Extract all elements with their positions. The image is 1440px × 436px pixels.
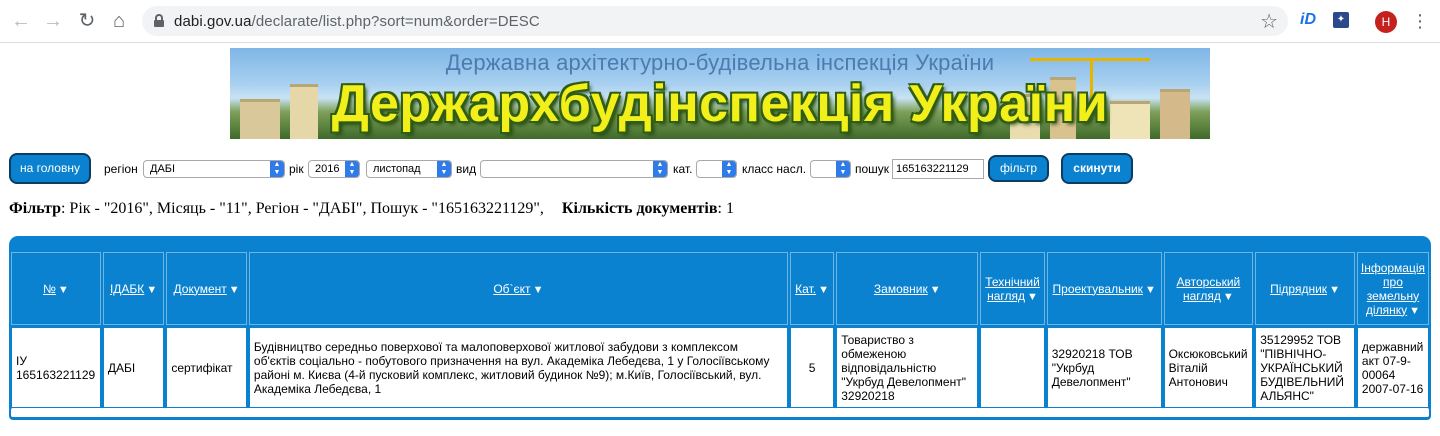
class-label: класс насл. [742, 162, 807, 176]
address-bar[interactable]: dabi.gov.ua/declarate/list.php?sort=num&… [142, 6, 1288, 36]
sort-arrow-icon[interactable]: ▼ [58, 284, 69, 296]
cell-object: Будівництво середньо поверхової та малоп… [248, 327, 788, 408]
cell-land-info: державний акт 07-9-00064 2007-07-16 [1356, 327, 1429, 408]
sort-arrow-icon[interactable]: ▼ [930, 284, 941, 296]
forward-arrow-icon[interactable]: → [42, 10, 64, 32]
cell-contractor: 35129952 ТОВ "ПІВНІЧНО-УКРАЇНСЬКИЙ БУДІВ… [1255, 327, 1355, 408]
filter-summary-text: : Рік - "2016", Місяць - "11", Регіон - … [60, 200, 544, 217]
type-select[interactable]: ▲ ▼ [480, 160, 668, 178]
column-header-link[interactable]: Підрядник [1270, 282, 1327, 296]
sort-arrow-icon[interactable]: ▼ [1409, 305, 1420, 317]
lock-icon [154, 14, 164, 27]
region-value: ДАБІ [150, 163, 176, 175]
column-header[interactable]: Технічний нагляд ▼ [980, 252, 1045, 325]
results-table: № ▼ ІДАБК ▼ Документ ▼ Об`єкт ▼ Кат. ▼ Замовн… [9, 250, 1431, 410]
region-select[interactable]: ДАБІ ▲ ▼ [143, 160, 285, 178]
year-label: рік [289, 162, 304, 176]
type-label: вид [456, 162, 477, 176]
month-select[interactable]: листопад ▲ ▼ [366, 160, 452, 178]
column-header-link[interactable]: Кат. [795, 282, 816, 296]
table-row: ІУ 165163221129 ДАБІ сертифікат Будівниц… [11, 327, 1429, 408]
column-header-link[interactable]: Проектувальник [1053, 282, 1143, 296]
browser-toolbar: ← → ↻ ⌂ dabi.gov.ua/declarate/list.php?s… [0, 0, 1440, 43]
reset-button[interactable]: скинути [1061, 153, 1133, 184]
cell-author-supervision: Оксюковський Віталій Антонович [1163, 327, 1254, 408]
banner-subtitle: Державна архітектурно-будівельна інспекц… [445, 50, 995, 75]
column-header[interactable]: Об`єкт ▼ [248, 252, 788, 325]
column-header-link[interactable]: Замовник [874, 282, 928, 296]
cell-document: сертифікат [166, 327, 247, 408]
column-header[interactable]: Кат. ▼ [789, 252, 835, 325]
sort-arrow-icon[interactable]: ▼ [1145, 284, 1156, 296]
filter-summary-label: Фільтр [9, 200, 61, 217]
url-text[interactable]: dabi.gov.ua/declarate/list.php?sort=num&… [174, 13, 540, 30]
column-header-link[interactable]: Документ [174, 282, 227, 296]
select-arrow-icon: ▲ ▼ [437, 161, 451, 177]
browser-menu-icon[interactable]: ⋮ [1411, 8, 1429, 34]
bookmark-star-icon[interactable]: ☆ [1260, 9, 1278, 34]
url-path: /declarate/list.php?sort=num&order=DESC [251, 13, 540, 30]
url-host: dabi.gov.ua [174, 13, 252, 30]
cell-technical-supervision [980, 327, 1045, 408]
column-header[interactable]: Документ ▼ [166, 252, 247, 325]
column-header-link[interactable]: № [43, 282, 56, 296]
extension-icon[interactable]: ✦ [1333, 12, 1349, 28]
year-value: 2016 [315, 163, 340, 175]
document-count-value: : 1 [717, 200, 734, 217]
sort-arrow-icon[interactable]: ▼ [146, 284, 157, 296]
sort-arrow-icon[interactable]: ▼ [1027, 291, 1038, 303]
filter-bar: на головну регіон ДАБІ ▲ ▼ рік 2016 ▲ ▼ лист… [0, 151, 1440, 187]
home-icon[interactable]: ⌂ [108, 10, 130, 32]
reload-icon[interactable]: ↻ [76, 10, 98, 32]
results-table-container: № ▼ ІДАБК ▼ Документ ▼ Об`єкт ▼ Кат. ▼ Замовн… [9, 236, 1431, 420]
filter-summary: Фільтр: Рік - "2016", Місяць - "11", Рег… [9, 200, 734, 218]
region-label: регіон [104, 162, 138, 176]
cell-idabk: ДАБІ [102, 327, 165, 408]
document-count-label: Кількість документів [561, 200, 718, 217]
category-select[interactable]: ▲ ▼ [696, 160, 737, 178]
cell-category: 5 [789, 327, 835, 408]
table-header-row: № ▼ ІДАБК ▼ Документ ▼ Об`єкт ▼ Кат. ▼ Замовн… [11, 252, 1429, 325]
column-header[interactable]: ІДАБК ▼ [102, 252, 165, 325]
extension-id-icon[interactable]: iD [1300, 11, 1316, 29]
table-footer [11, 408, 1429, 417]
column-header-link[interactable]: Об`єкт [493, 282, 530, 296]
class-select[interactable]: ▲ ▼ [810, 160, 851, 178]
back-arrow-icon[interactable]: ← [10, 10, 32, 32]
search-input[interactable]: 165163221129 [892, 159, 984, 179]
select-arrow-icon: ▲ ▼ [345, 161, 359, 177]
cell-customer: Товариство з обмеженою відповідальністю … [836, 327, 979, 408]
column-header[interactable]: Підрядник ▼ [1255, 252, 1355, 325]
select-arrow-icon: ▲ ▼ [722, 161, 736, 177]
sort-arrow-icon[interactable]: ▼ [1329, 284, 1340, 296]
select-arrow-icon: ▲ ▼ [270, 161, 284, 177]
filter-button[interactable]: фільтр [988, 155, 1049, 182]
cell-designer: 32920218 ТОВ "Укрбуд Девелопмент" [1046, 327, 1162, 408]
site-banner: Державна архітектурно-будівельна інспекц… [230, 48, 1210, 139]
year-select[interactable]: 2016 ▲ ▼ [308, 160, 360, 178]
search-label: пошук [855, 162, 890, 176]
column-header[interactable]: Замовник ▼ [836, 252, 979, 325]
category-label: кат. [673, 162, 693, 176]
sort-arrow-icon[interactable]: ▼ [533, 284, 544, 296]
column-header[interactable]: № ▼ [11, 252, 101, 325]
month-value: листопад [373, 163, 421, 175]
column-header-link[interactable]: ІДАБК [110, 282, 144, 296]
column-header[interactable]: Проектувальник ▼ [1046, 252, 1162, 325]
sort-arrow-icon[interactable]: ▼ [818, 284, 829, 296]
home-button[interactable]: на головну [9, 153, 91, 184]
select-arrow-icon: ▲ ▼ [836, 161, 850, 177]
select-arrow-icon: ▲ ▼ [653, 161, 667, 177]
sort-arrow-icon[interactable]: ▼ [229, 284, 240, 296]
column-header[interactable]: Інформація про земельну ділянку ▼ [1356, 252, 1429, 325]
cell-number: ІУ 165163221129 [11, 327, 101, 408]
banner-title: Держархбудінспекція України [331, 75, 1109, 133]
sort-arrow-icon[interactable]: ▼ [1223, 291, 1234, 303]
column-header[interactable]: Авторський нагляд ▼ [1163, 252, 1254, 325]
profile-avatar[interactable]: H [1375, 11, 1397, 33]
